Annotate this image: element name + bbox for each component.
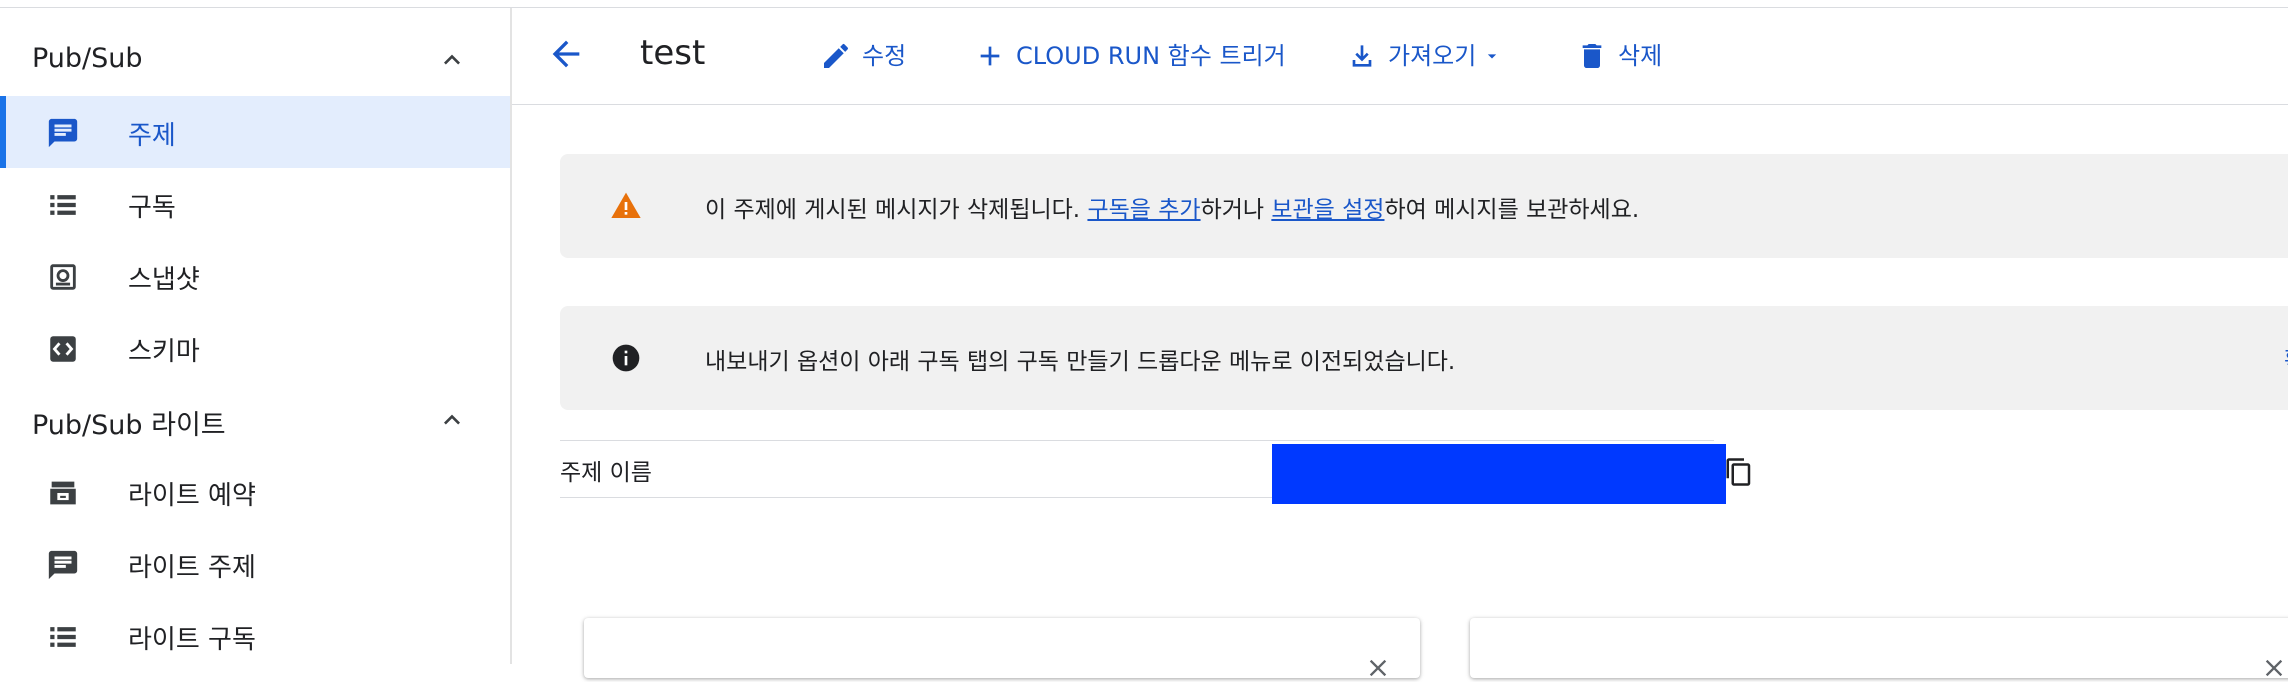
info-card-left — [584, 618, 1420, 678]
info-icon — [612, 344, 640, 372]
set-retention-link[interactable]: 보관을 설정 — [1271, 197, 1384, 223]
list-icon — [50, 627, 76, 647]
warning-text-middle: 하거나 — [1200, 197, 1272, 223]
main-content: test 수정 CLOUD RUN 함수 트리거 가져오기 삭제 이 주제에 게… — [512, 8, 2288, 678]
sidebar-item-schemas[interactable]: 스키마 — [0, 312, 510, 384]
sidebar-item-label: 주제 — [128, 121, 176, 151]
plus-icon — [980, 46, 1000, 66]
sidebar: Pub/Sub 주제 구독 스냅샷 스키마 Pub/Sub 라이트 라이트 예약… — [0, 8, 512, 664]
topic-name-label: 주제 이름 — [560, 460, 652, 486]
delete-button[interactable]: 삭제 — [1576, 38, 1662, 74]
sidebar-item-label: 라이트 예약 — [128, 481, 256, 511]
sidebar-item-subscriptions[interactable]: 구독 — [0, 168, 510, 240]
edit-label: 수정 — [862, 42, 907, 70]
download-icon — [1352, 45, 1372, 67]
delete-label: 삭제 — [1618, 42, 1663, 70]
copy-icon[interactable] — [1724, 457, 1754, 487]
message-icon — [48, 118, 78, 148]
section-pubsub-lite[interactable]: Pub/Sub 라이트 — [0, 388, 510, 448]
sidebar-item-label: 구독 — [128, 193, 176, 223]
warning-banner: 이 주제에 게시된 메시지가 삭제됩니다. 구독을 추가하거나 보관을 설정하여… — [560, 154, 2288, 258]
sidebar-item-label: 스키마 — [128, 337, 200, 367]
pencil-icon — [824, 43, 849, 68]
topic-name-value-redacted — [1272, 444, 1726, 504]
trash-icon — [1582, 44, 1602, 68]
import-label: 가져오기 — [1388, 42, 1477, 70]
code-icon — [50, 336, 76, 362]
confirm-button[interactable]: 확인 — [2284, 340, 2288, 374]
sidebar-item-snapshots[interactable]: 스냅샷 — [0, 240, 510, 312]
sidebar-item-label: 라이트 주제 — [128, 553, 256, 583]
add-subscription-link[interactable]: 구독을 추가 — [1087, 197, 1200, 223]
sidebar-item-label: 라이트 구독 — [128, 625, 256, 655]
import-dropdown-button[interactable]: 가져오기 — [1346, 38, 1502, 74]
warning-text-after: 하여 메시지를 보관하세요. — [1384, 197, 1640, 223]
info-banner: 내보내기 옵션이 아래 구독 탭의 구독 만들기 드롭다운 메뉴로 이전되었습니… — [560, 306, 2288, 410]
cloud-run-trigger-button[interactable]: CLOUD RUN 함수 트리거 — [974, 38, 1286, 74]
sidebar-item-lite-reservations[interactable]: 라이트 예약 — [0, 456, 510, 528]
close-icon[interactable] — [1364, 654, 1392, 682]
info-message: 내보내기 옵션이 아래 구독 탭의 구독 만들기 드롭다운 메뉴로 이전되었습니… — [705, 349, 1456, 375]
reservation-icon — [50, 481, 76, 505]
list-icon — [50, 195, 76, 215]
warning-text-before: 이 주제에 게시된 메시지가 삭제됩니다. — [705, 197, 1088, 223]
chevron-up-icon[interactable] — [436, 404, 468, 436]
sidebar-item-lite-subscriptions[interactable]: 라이트 구독 — [0, 600, 510, 672]
edit-button[interactable]: 수정 — [820, 38, 906, 74]
trigger-label: CLOUD RUN 함수 트리거 — [1016, 42, 1286, 70]
message-icon — [48, 550, 78, 580]
caret-down-icon — [1488, 54, 1497, 59]
page-title: test — [640, 33, 706, 73]
sidebar-item-label: 스냅샷 — [128, 265, 200, 295]
section-pubsub[interactable]: Pub/Sub — [0, 28, 510, 88]
snapshot-icon — [50, 264, 76, 290]
page-toolbar: test 수정 CLOUD RUN 함수 트리거 가져오기 삭제 — [512, 8, 2288, 105]
warning-message: 이 주제에 게시된 메시지가 삭제됩니다. 구독을 추가하거나 보관을 설정하여… — [705, 190, 1639, 224]
info-card-right — [1470, 618, 2288, 678]
sidebar-item-lite-topics[interactable]: 라이트 주제 — [0, 528, 510, 600]
warning-icon — [611, 192, 641, 218]
section-title: Pub/Sub — [32, 43, 143, 74]
chevron-up-icon[interactable] — [436, 44, 468, 76]
topic-name-row: 주제 이름 — [560, 440, 1751, 504]
back-arrow-icon[interactable] — [546, 34, 586, 74]
sidebar-item-topics[interactable]: 주제 — [0, 96, 510, 168]
section-title: Pub/Sub 라이트 — [32, 410, 226, 441]
close-icon[interactable] — [2260, 654, 2288, 682]
browser-top-edge — [0, 0, 2288, 8]
